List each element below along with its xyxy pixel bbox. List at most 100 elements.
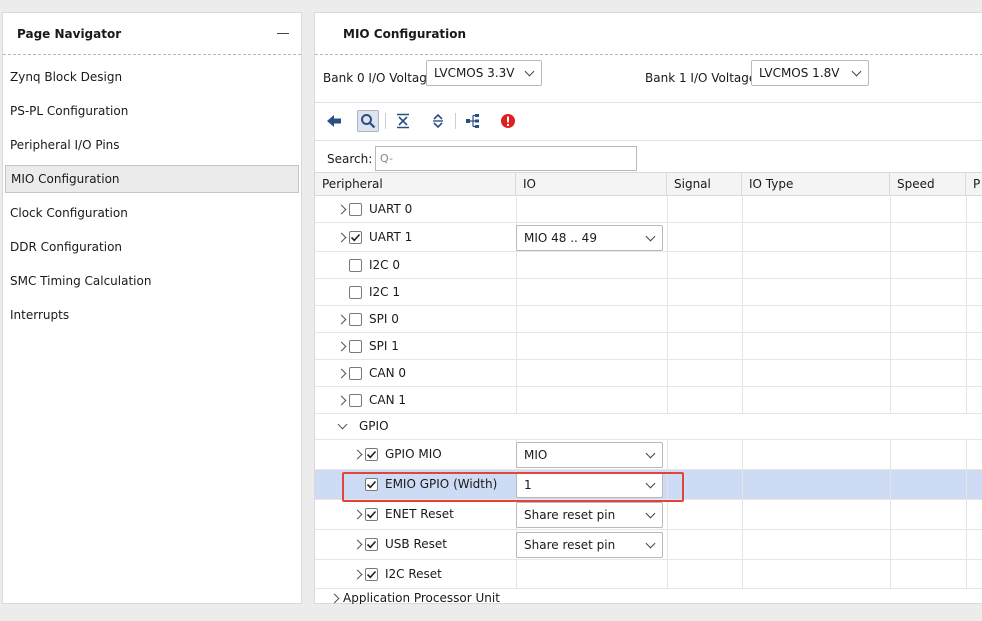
checkbox-checked[interactable]: [365, 567, 378, 581]
peripheral-label: I2C 0: [369, 257, 401, 272]
chevron-right-icon[interactable]: [336, 341, 347, 351]
search-icon[interactable]: [357, 110, 379, 132]
checkbox-checked[interactable]: [365, 508, 378, 521]
column-header-io-type[interactable]: IO Type: [742, 173, 890, 196]
page-navigator-panel: Page Navigator Zynq Block Design PS-PL C…: [2, 12, 302, 604]
nav-item-ddr-configuration[interactable]: DDR Configuration: [5, 233, 299, 261]
toolbar: [315, 103, 982, 141]
bank0-voltage-select[interactable]: LVCMOS 3.3V: [426, 60, 542, 86]
column-header-speed[interactable]: Speed: [890, 173, 966, 196]
nav-item-zynq-block-design[interactable]: Zynq Block Design: [5, 63, 299, 91]
expand-all-icon[interactable]: [427, 110, 449, 132]
peripheral-label: CAN 1: [369, 392, 407, 407]
search-label: Search:: [327, 152, 373, 166]
column-header-signal[interactable]: Signal: [667, 173, 742, 196]
table-row[interactable]: CAN 0: [315, 360, 982, 387]
error-icon[interactable]: [497, 110, 519, 132]
chevron-right-icon[interactable]: [336, 368, 347, 378]
nav-item-interrupts[interactable]: Interrupts: [5, 301, 299, 329]
chevron-right-icon[interactable]: [352, 539, 363, 550]
table-row[interactable]: I2C 0: [315, 252, 982, 279]
table-row[interactable]: UART 0: [315, 196, 982, 223]
peripheral-label: SPI 0: [369, 311, 399, 326]
io-select[interactable]: MIO: [516, 442, 663, 468]
peripheral-label: GPIO MIO: [385, 447, 442, 461]
peripheral-label: UART 0: [369, 201, 413, 216]
table-group-row[interactable]: GPIO: [315, 414, 982, 440]
checkbox[interactable]: [349, 339, 362, 353]
checkbox-checked[interactable]: [365, 448, 378, 461]
bank0-voltage-label: Bank 0 I/O Voltage: [323, 71, 435, 85]
minimize-icon[interactable]: [277, 33, 289, 34]
chevron-right-icon[interactable]: [329, 593, 340, 604]
peripheral-table: Peripheral IO Signal IO Type Speed P UAR…: [315, 172, 982, 604]
chevron-right-icon[interactable]: [336, 232, 347, 242]
nav-item-clock-configuration[interactable]: Clock Configuration: [5, 199, 299, 227]
checkbox[interactable]: [349, 258, 362, 272]
checkbox-checked[interactable]: [349, 230, 362, 244]
peripheral-label: Application Processor Unit: [343, 591, 500, 604]
nav-item-label: MIO Configuration: [11, 172, 120, 186]
bank-voltage-row: Bank 0 I/O Voltage LVCMOS 3.3V Bank 1 I/…: [315, 55, 982, 103]
peripheral-label: ENET Reset: [385, 507, 454, 521]
checkbox[interactable]: [349, 202, 362, 216]
nav-item-mio-configuration[interactable]: MIO Configuration: [5, 165, 299, 193]
column-header-p[interactable]: P: [966, 173, 982, 196]
column-header-io[interactable]: IO: [516, 173, 667, 196]
table-row[interactable]: I2C Reset: [315, 560, 982, 589]
bank0-voltage-value: LVCMOS 3.3V: [434, 66, 515, 80]
table-row[interactable]: UART 1 MIO 48 .. 49: [315, 223, 982, 252]
nav-item-ps-pl-configuration[interactable]: PS-PL Configuration: [5, 97, 299, 125]
io-select[interactable]: Share reset pin: [516, 532, 663, 558]
table-row[interactable]: CAN 1: [315, 387, 982, 414]
chevron-right-icon[interactable]: [336, 314, 347, 324]
nav-item-label: PS-PL Configuration: [10, 104, 129, 118]
checkbox[interactable]: [349, 366, 362, 380]
peripheral-label: USB Reset: [385, 537, 447, 551]
nav-item-peripheral-io-pins[interactable]: Peripheral I/O Pins: [5, 131, 299, 159]
io-select-value: MIO 48 .. 49: [524, 230, 597, 245]
io-select[interactable]: Share reset pin: [516, 502, 663, 528]
bank1-voltage-select[interactable]: LVCMOS 1.8V: [751, 60, 869, 86]
page-navigator-title: Page Navigator: [17, 26, 122, 41]
table-row[interactable]: USB Reset Share reset pin: [315, 530, 982, 560]
checkbox[interactable]: [349, 285, 362, 299]
chevron-down-icon: [645, 448, 656, 459]
bank1-voltage-label: Bank 1 I/O Voltage: [645, 71, 757, 85]
search-input[interactable]: Q-: [375, 146, 637, 171]
nav-item-label: Peripheral I/O Pins: [10, 138, 120, 152]
chevron-right-icon[interactable]: [336, 204, 347, 214]
chevron-down-icon: [645, 538, 656, 549]
table-row[interactable]: SPI 0: [315, 306, 982, 333]
hierarchy-icon[interactable]: [462, 110, 484, 132]
chevron-right-icon[interactable]: [336, 395, 347, 405]
table-row[interactable]: ENET Reset Share reset pin: [315, 500, 982, 530]
table-row[interactable]: I2C 1: [315, 279, 982, 306]
table-group-row[interactable]: Application Processor Unit: [315, 589, 982, 604]
chevron-down-icon: [645, 508, 656, 519]
bank1-voltage-value: LVCMOS 1.8V: [759, 66, 840, 80]
io-select[interactable]: MIO 48 .. 49: [516, 224, 663, 251]
chevron-right-icon[interactable]: [352, 509, 363, 520]
checkbox[interactable]: [349, 312, 362, 326]
chevron-right-icon[interactable]: [352, 449, 363, 460]
peripheral-label: GPIO: [359, 419, 389, 433]
chevron-down-icon[interactable]: [337, 419, 348, 430]
table-header: Peripheral IO Signal IO Type Speed P: [315, 172, 982, 196]
table-row[interactable]: GPIO MIO MIO: [315, 440, 982, 470]
page-title: MIO Configuration: [343, 26, 467, 41]
column-header-peripheral[interactable]: Peripheral: [315, 173, 516, 196]
checkbox-checked[interactable]: [365, 538, 378, 551]
io-select-value: Share reset pin: [524, 508, 616, 522]
nav-item-label: DDR Configuration: [10, 240, 123, 254]
io-select-value: MIO: [524, 448, 548, 462]
nav-item-label: Zynq Block Design: [10, 70, 123, 84]
nav-item-smc-timing-calculation[interactable]: SMC Timing Calculation: [5, 267, 299, 295]
chevron-right-icon[interactable]: [352, 569, 363, 579]
peripheral-label: UART 1: [369, 229, 413, 244]
collapse-all-icon[interactable]: [392, 110, 414, 132]
peripheral-label: SPI 1: [369, 338, 399, 353]
checkbox[interactable]: [349, 393, 362, 407]
table-row[interactable]: SPI 1: [315, 333, 982, 360]
back-arrow-icon[interactable]: [323, 110, 345, 132]
